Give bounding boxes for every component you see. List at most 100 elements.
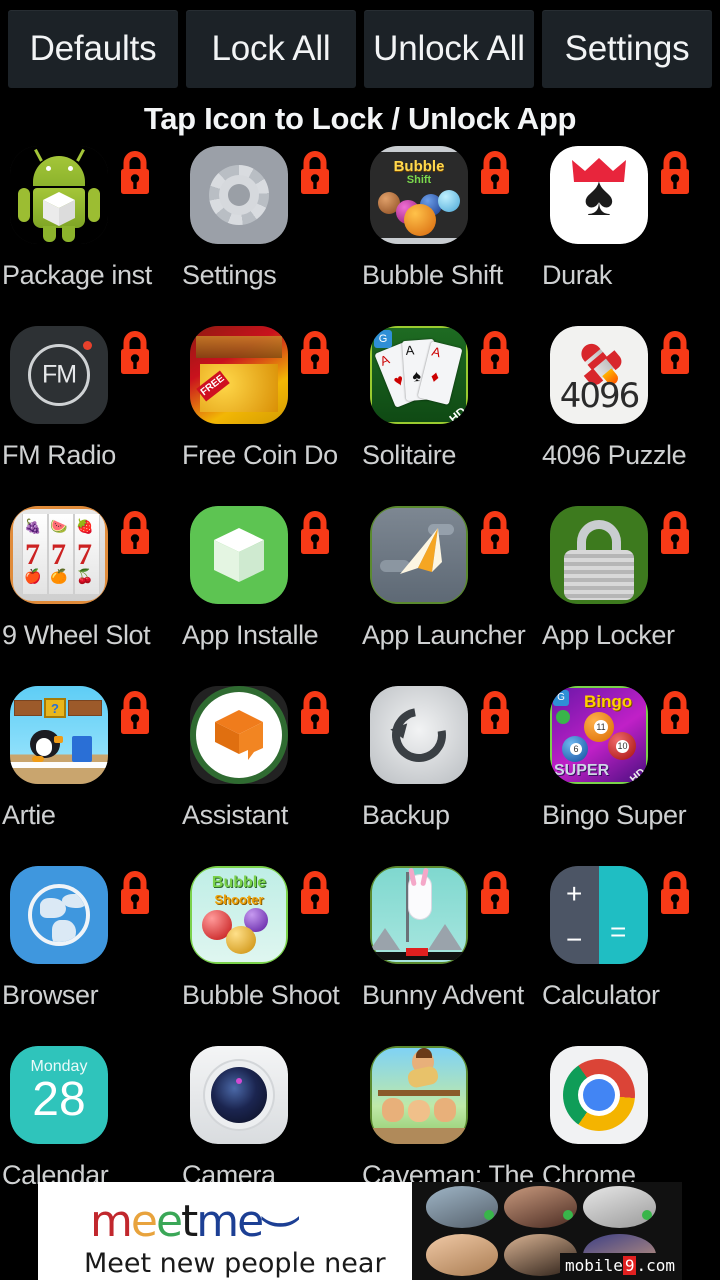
- lock-badge-icon[interactable]: [293, 330, 337, 378]
- app-cell[interactable]: 4096 4096 Puzzle: [540, 323, 720, 503]
- app-cell[interactable]: 🍇 🍉 🍓 7 7 7 🍎 🍊 🍒 9 Wheel Slot: [0, 503, 180, 683]
- orange-box-icon[interactable]: [190, 686, 288, 784]
- app-icon-button[interactable]: [550, 506, 648, 604]
- app-cell[interactable]: Backup: [360, 683, 540, 863]
- app-cell[interactable]: FM FM Radio: [0, 323, 180, 503]
- lock-badge-icon[interactable]: [473, 690, 517, 738]
- app-icon-button[interactable]: Bingo G 11 6 10 SUPER HD: [550, 686, 648, 784]
- lock-badge-icon[interactable]: [653, 330, 697, 378]
- app-icon-button[interactable]: [370, 866, 468, 964]
- lock-badge-icon[interactable]: [653, 150, 697, 198]
- app-icon-button[interactable]: Monday 28: [10, 1046, 108, 1144]
- app-icon-button[interactable]: FREE: [190, 326, 288, 424]
- app-icon-button[interactable]: [190, 146, 288, 244]
- app-icon-button[interactable]: [370, 506, 468, 604]
- app-cell[interactable]: Bunny Advent: [360, 863, 540, 1043]
- lock-badge-icon[interactable]: [113, 150, 157, 198]
- green-cube-icon[interactable]: [190, 506, 288, 604]
- app-icon-button[interactable]: ?: [10, 686, 108, 784]
- app-icon-button[interactable]: Bubble Shift: [370, 146, 468, 244]
- lock-badge-icon[interactable]: [473, 510, 517, 558]
- app-icon-button[interactable]: [370, 1046, 468, 1144]
- lock-badge-icon[interactable]: [653, 510, 697, 558]
- app-cell[interactable]: Browser: [0, 863, 180, 1043]
- globe-icon[interactable]: [10, 866, 108, 964]
- bunny-icon[interactable]: [370, 866, 468, 964]
- app-cell[interactable]: + − = Calculator: [540, 863, 720, 1043]
- app-cell[interactable]: FREE Free Coin Do: [180, 323, 360, 503]
- app-cell[interactable]: Caveman: The: [360, 1043, 540, 1190]
- app-cell[interactable]: ? Artie: [0, 683, 180, 863]
- restore-arrow-icon[interactable]: [370, 686, 468, 784]
- free-coins-icon[interactable]: FREE: [190, 326, 288, 424]
- ad-banner[interactable]: meetme ) Meet new people near you free! …: [38, 1182, 682, 1280]
- defaults-button[interactable]: Defaults: [8, 10, 178, 88]
- lock-badge-icon: [661, 691, 689, 734]
- gear-icon[interactable]: [190, 146, 288, 244]
- lock-badge-icon[interactable]: [293, 690, 337, 738]
- app-cell[interactable]: Package inst: [0, 143, 180, 323]
- app-icon-button[interactable]: [370, 686, 468, 784]
- app-cell[interactable]: App Locker: [540, 503, 720, 683]
- app-icon-button[interactable]: [10, 866, 108, 964]
- lock-badge-icon[interactable]: [473, 330, 517, 378]
- app-cell[interactable]: ♠ Durak: [540, 143, 720, 323]
- camera-icon[interactable]: [190, 1046, 288, 1144]
- caveman-icon[interactable]: [370, 1046, 468, 1144]
- lock-badge-icon[interactable]: [293, 870, 337, 918]
- penguin-platformer-icon[interactable]: ?: [10, 686, 108, 784]
- bubble-shift-icon[interactable]: Bubble Shift: [370, 146, 468, 244]
- android-robot-icon[interactable]: [10, 146, 108, 244]
- padlock-app-icon[interactable]: [550, 506, 648, 604]
- app-cell[interactable]: App Launcher: [360, 503, 540, 683]
- paper-plane-icon[interactable]: [370, 506, 468, 604]
- calculator-icon[interactable]: + − =: [550, 866, 648, 964]
- app-icon-button[interactable]: [10, 146, 108, 244]
- app-icon-button[interactable]: 4096: [550, 326, 648, 424]
- settings-button[interactable]: Settings: [542, 10, 712, 88]
- app-cell[interactable]: Bubble Shooter Bubble Shoot: [180, 863, 360, 1043]
- lock-badge-icon[interactable]: [473, 870, 517, 918]
- app-cell[interactable]: App Installe: [180, 503, 360, 683]
- lock-badge-icon[interactable]: [293, 510, 337, 558]
- app-icon-button[interactable]: A ♥ A ♠ A ♦ G HD: [370, 326, 468, 424]
- app-cell[interactable]: A ♥ A ♠ A ♦ G HD Solitaire: [360, 323, 540, 503]
- lock-badge-icon[interactable]: [653, 690, 697, 738]
- app-cell[interactable]: Settings: [180, 143, 360, 323]
- app-cell[interactable]: Monday 28 Calendar: [0, 1043, 180, 1190]
- lock-badge-icon[interactable]: [113, 510, 157, 558]
- avatar: [583, 1186, 656, 1228]
- chrome-icon[interactable]: [550, 1046, 648, 1144]
- spade-crown-icon[interactable]: ♠: [550, 146, 648, 244]
- app-icon-button[interactable]: ♠: [550, 146, 648, 244]
- app-cell[interactable]: Bingo G 11 6 10 SUPER HD Bingo Super: [540, 683, 720, 863]
- calendar-icon[interactable]: Monday 28: [10, 1046, 108, 1144]
- app-icon-button[interactable]: [190, 506, 288, 604]
- app-icon-button[interactable]: 🍇 🍉 🍓 7 7 7 🍎 🍊 🍒: [10, 506, 108, 604]
- app-icon-button[interactable]: [190, 686, 288, 784]
- lock-badge-icon[interactable]: [113, 690, 157, 738]
- bubble-shooter-icon[interactable]: Bubble Shooter: [190, 866, 288, 964]
- app-icon-button[interactable]: [190, 1046, 288, 1144]
- slot-machine-icon[interactable]: 🍇 🍉 🍓 7 7 7 🍎 🍊 🍒: [10, 506, 108, 604]
- app-icon-button[interactable]: Bubble Shooter: [190, 866, 288, 964]
- bingo-balls-icon[interactable]: Bingo G 11 6 10 SUPER HD: [550, 686, 648, 784]
- fm-radio-icon[interactable]: FM: [10, 326, 108, 424]
- app-icon-button[interactable]: FM: [10, 326, 108, 424]
- app-icon-button[interactable]: [550, 1046, 648, 1144]
- lock-badge-icon[interactable]: [293, 150, 337, 198]
- lock-badge-icon[interactable]: [113, 330, 157, 378]
- app-cell[interactable]: Bubble Shift Bubble Shift: [360, 143, 540, 323]
- app-icon-button[interactable]: + − =: [550, 866, 648, 964]
- lock-badge-icon[interactable]: [113, 870, 157, 918]
- solitaire-cards-icon[interactable]: A ♥ A ♠ A ♦ G HD: [370, 326, 468, 424]
- app-cell[interactable]: Chrome: [540, 1043, 720, 1190]
- rocket-4096-icon[interactable]: 4096: [550, 326, 648, 424]
- unlock-all-button[interactable]: Unlock All: [364, 10, 534, 88]
- app-label: FM Radio: [2, 440, 116, 470]
- lock-badge-icon[interactable]: [653, 870, 697, 918]
- app-cell[interactable]: Assistant: [180, 683, 360, 863]
- app-cell[interactable]: Camera: [180, 1043, 360, 1190]
- lock-badge-icon[interactable]: [473, 150, 517, 198]
- lock-all-button[interactable]: Lock All: [186, 10, 356, 88]
